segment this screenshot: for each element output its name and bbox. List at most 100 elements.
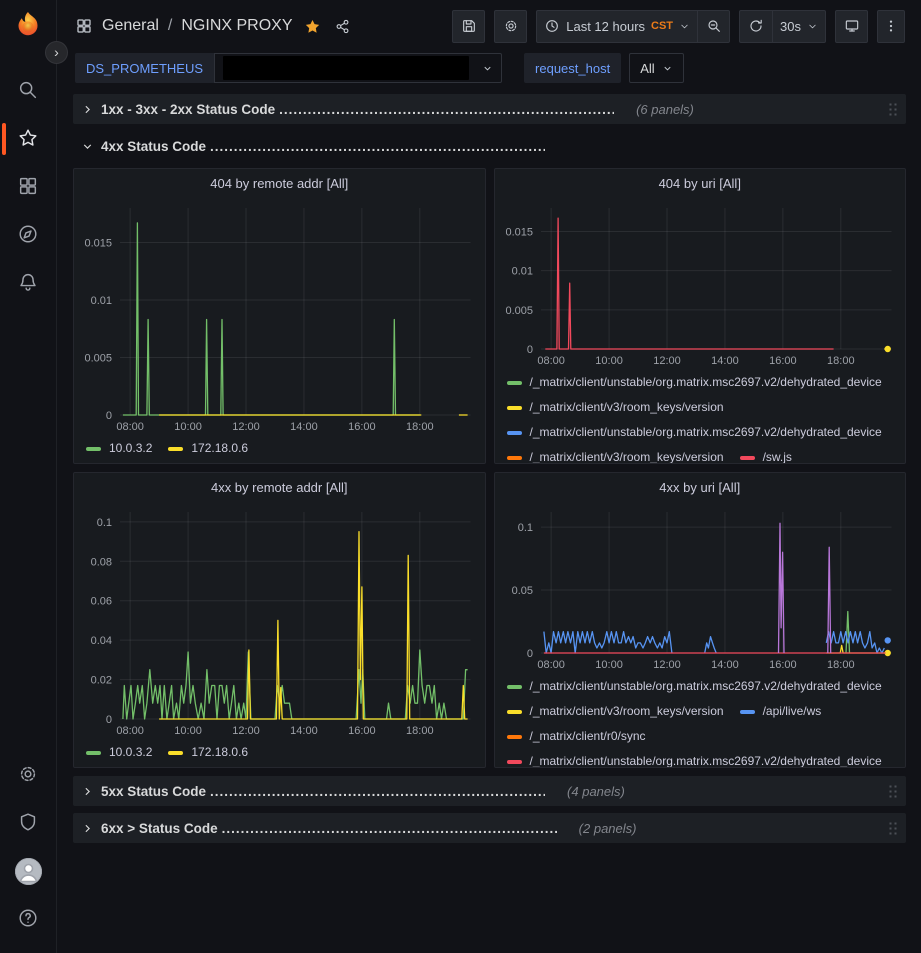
svg-text:0.005: 0.005 (505, 305, 533, 317)
gear-icon (503, 18, 519, 34)
monitor-icon (844, 18, 860, 34)
row-header-4xx[interactable]: 4xx Status Code ........................… (73, 131, 906, 161)
refresh-interval-select[interactable]: 30s (772, 10, 826, 43)
line-chart[interactable]: 00.0050.010.01508:0010:0012:0014:0016:00… (495, 198, 906, 370)
legend-item[interactable]: 172.18.0.6 (168, 740, 248, 765)
legend-label: /sw.js (763, 445, 792, 463)
row-drag-handle[interactable] (888, 102, 898, 117)
svg-text:12:00: 12:00 (653, 659, 681, 671)
legend-item[interactable]: /_matrix/client/unstable/org.matrix.msc2… (507, 749, 882, 767)
legend-label: /_matrix/client/unstable/org.matrix.msc2… (530, 749, 882, 767)
datasource-variable-select[interactable] (214, 53, 502, 83)
line-chart[interactable]: 00.050.108:0010:0012:0014:0016:0018:00 (495, 502, 906, 674)
panel-title[interactable]: 404 by uri [All] (495, 169, 906, 198)
svg-text:10:00: 10:00 (174, 725, 202, 737)
svg-text:12:00: 12:00 (653, 355, 681, 367)
legend-label: 10.0.3.2 (109, 436, 152, 461)
svg-text:0.005: 0.005 (84, 353, 112, 365)
legend-item[interactable]: /api/live/ws (740, 699, 822, 724)
legend-item[interactable]: /_matrix/client/unstable/org.matrix.msc2… (507, 420, 882, 445)
datasource-variable-label[interactable]: DS_PROMETHEUS (75, 53, 214, 83)
sidebar-item-configuration[interactable] (0, 751, 57, 799)
panel-title[interactable]: 4xx by uri [All] (495, 473, 906, 502)
panel-404-by-uri: 404 by uri [All] 00.0050.010.01508:0010:… (494, 168, 907, 464)
legend-item[interactable]: 10.0.3.2 (86, 740, 152, 765)
save-dashboard-button[interactable] (452, 10, 485, 43)
legend-label: /_matrix/client/unstable/org.matrix.msc2… (530, 420, 882, 445)
dashboard-scroll-area[interactable]: 1xx - 3xx - 2xx Status Code ............… (57, 90, 921, 953)
legend-item[interactable]: /_matrix/client/v3/room_keys/version (507, 445, 724, 463)
legend-item[interactable]: 10.0.3.2 (86, 436, 152, 461)
dashboard-settings-button[interactable] (494, 10, 527, 43)
legend-swatch-icon (507, 685, 522, 689)
time-picker-group: Last 12 hours CST (536, 10, 730, 43)
legend-swatch-icon (507, 710, 522, 714)
legend-item[interactable]: /sw.js (740, 445, 792, 463)
more-options-button[interactable] (877, 10, 905, 43)
sidebar-item-alerting[interactable] (0, 259, 57, 307)
favorite-star-icon[interactable] (304, 18, 321, 35)
svg-text:10:00: 10:00 (595, 659, 623, 671)
dashboard-title[interactable]: NGINX PROXY (181, 17, 292, 35)
sidebar-item-dashboards[interactable] (0, 163, 57, 211)
refresh-interval-label: 30s (780, 19, 801, 34)
line-chart[interactable]: 00.0050.010.01508:0010:0012:0014:0016:00… (74, 198, 485, 436)
legend-item[interactable]: /_matrix/client/r0/sync (507, 724, 646, 749)
avatar (15, 858, 42, 885)
sidebar-item-explore[interactable] (0, 211, 57, 259)
row-header-1xx-3xx-2xx[interactable]: 1xx - 3xx - 2xx Status Code ............… (73, 94, 906, 124)
time-range-picker[interactable]: Last 12 hours CST (536, 10, 697, 43)
sidebar-item-profile[interactable] (0, 847, 57, 895)
sidebar-item-server-admin[interactable] (0, 799, 57, 847)
line-chart[interactable]: 00.020.040.060.080.108:0010:0012:0014:00… (74, 502, 485, 740)
share-icon[interactable] (334, 18, 351, 35)
request-host-variable-select[interactable]: All (629, 53, 683, 83)
row-header-5xx[interactable]: 5xx Status Code ........................… (73, 776, 906, 806)
sidebar-item-help[interactable] (0, 895, 57, 943)
chevron-right-icon (81, 822, 94, 835)
legend-item[interactable]: /_matrix/client/unstable/org.matrix.msc2… (507, 370, 882, 395)
sidebar-item-search[interactable] (0, 67, 57, 115)
row-header-6xx[interactable]: 6xx > Status Code ......................… (73, 813, 906, 843)
chevron-down-icon (482, 63, 493, 74)
svg-text:0.01: 0.01 (511, 266, 532, 278)
refresh-button[interactable] (739, 10, 772, 43)
row-drag-handle[interactable] (888, 821, 898, 836)
row-title-dots: ........................................… (279, 102, 614, 117)
chevron-down-icon (807, 21, 818, 32)
breadcrumb: General / NGINX PROXY (75, 17, 351, 35)
row-title: 6xx > Status Code (101, 821, 218, 836)
panel-title[interactable]: 404 by remote addr [All] (74, 169, 485, 198)
chevron-right-icon (81, 785, 94, 798)
legend-label: /_matrix/client/unstable/org.matrix.msc2… (530, 674, 882, 699)
legend-item[interactable]: /_matrix/client/unstable/org.matrix.msc2… (507, 674, 882, 699)
legend-item[interactable]: 172.18.0.6 (168, 436, 248, 461)
panel-title[interactable]: 4xx by remote addr [All] (74, 473, 485, 502)
chart-plot-area[interactable]: 00.050.108:0010:0012:0014:0016:0018:00 (495, 502, 906, 674)
row-panel-count: (6 panels) (636, 102, 694, 117)
row-drag-handle[interactable] (888, 784, 898, 799)
refresh-group: 30s (739, 10, 826, 43)
breadcrumb-folder[interactable]: General (102, 17, 159, 35)
legend-label: /_matrix/client/v3/room_keys/version (530, 445, 724, 463)
sidebar-item-starred[interactable] (0, 115, 57, 163)
datasource-value-redacted (223, 56, 469, 80)
legend-item[interactable]: /_matrix/client/v3/room_keys/version (507, 395, 724, 420)
chart-plot-area[interactable]: 00.0050.010.01508:0010:0012:0014:0016:00… (74, 198, 485, 436)
chart-plot-area[interactable]: 00.020.040.060.080.108:0010:0012:0014:00… (74, 502, 485, 740)
legend-label: /_matrix/client/v3/room_keys/version (530, 395, 724, 420)
legend-swatch-icon (507, 381, 522, 385)
apps-icon (75, 17, 93, 35)
svg-text:18:00: 18:00 (406, 725, 434, 737)
zoom-out-time-button[interactable] (697, 10, 730, 43)
svg-text:0.015: 0.015 (505, 227, 533, 239)
sidebar-expand-button[interactable]: › (45, 41, 68, 64)
legend-swatch-icon (740, 456, 755, 460)
tv-mode-button[interactable] (835, 10, 868, 43)
row-title-dots: ........................................… (210, 784, 545, 799)
navbar-actions: Last 12 hours CST 30s (452, 10, 905, 43)
legend-item[interactable]: /_matrix/client/v3/room_keys/version (507, 699, 724, 724)
chart-plot-area[interactable]: 00.0050.010.01508:0010:0012:0014:0016:00… (495, 198, 906, 370)
grafana-logo-icon[interactable] (10, 9, 46, 45)
request-host-variable-label[interactable]: request_host (524, 53, 621, 83)
